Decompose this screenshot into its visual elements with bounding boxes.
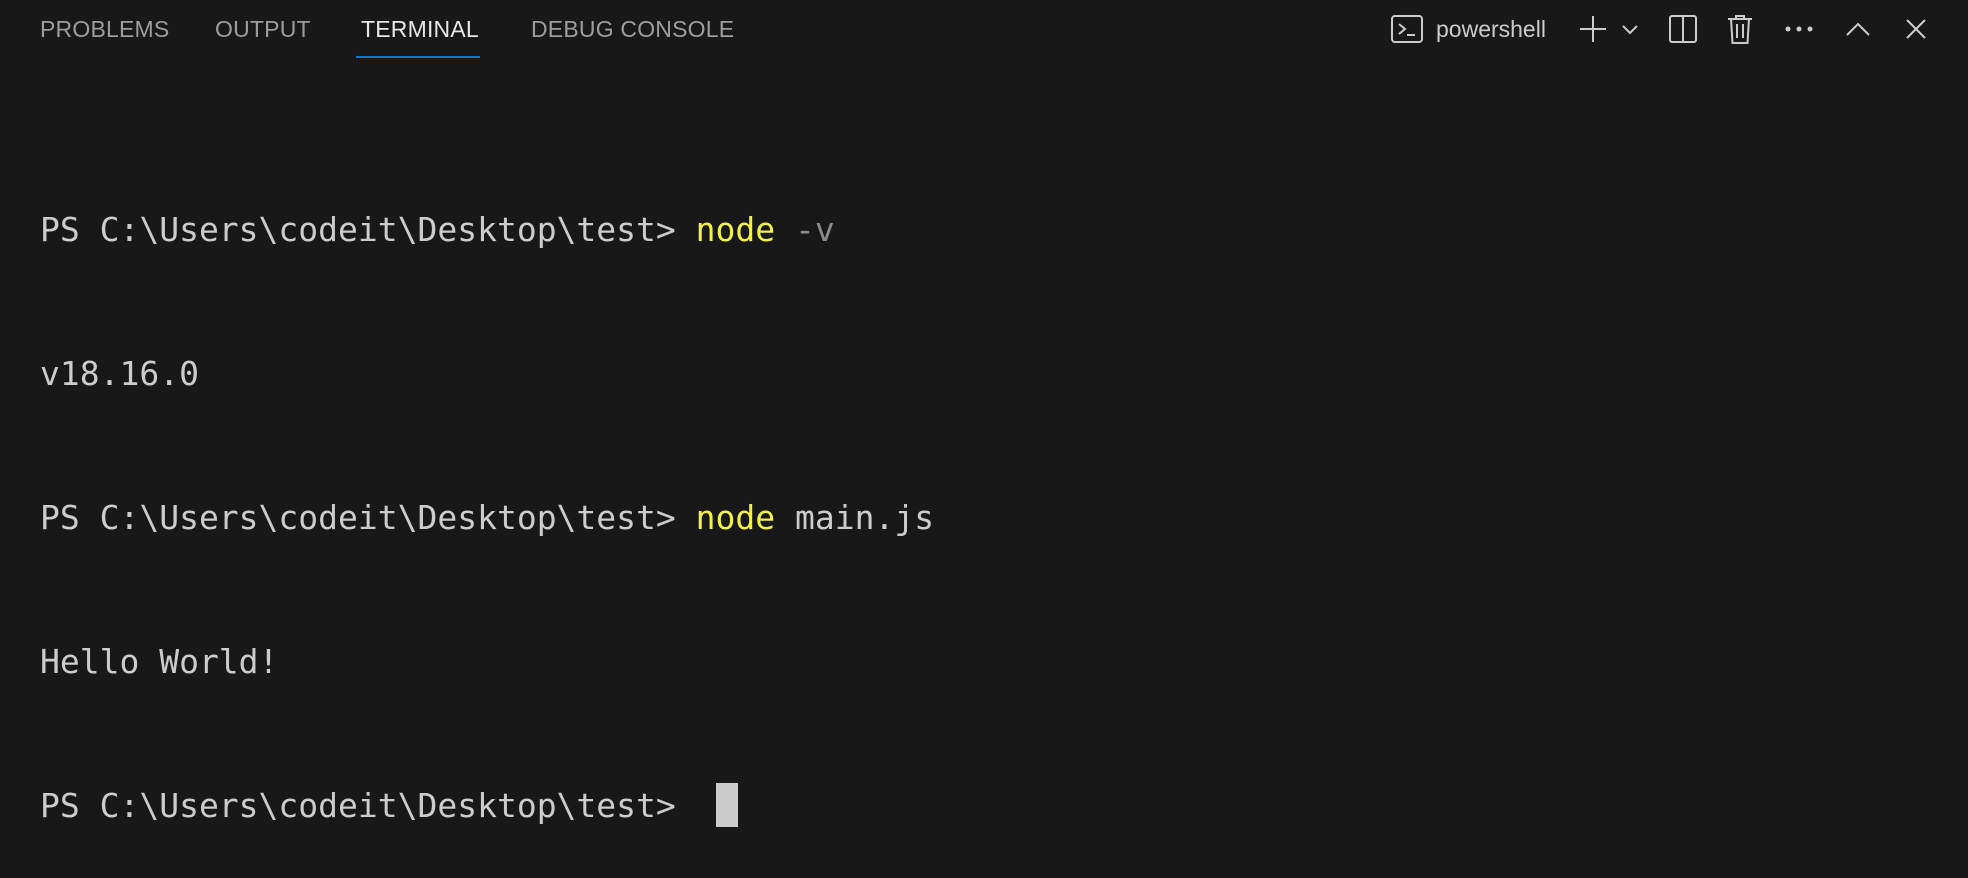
terminal-command: node	[695, 210, 776, 249]
terminal-command-args: -v	[775, 210, 835, 249]
launch-profile-dropdown[interactable]	[1620, 12, 1640, 46]
new-terminal-button[interactable]	[1578, 12, 1608, 46]
split-terminal-button[interactable]	[1668, 12, 1698, 46]
panel-tab-bar: PROBLEMS OUTPUT TERMINAL DEBUG CONSOLE p…	[0, 0, 1968, 62]
maximize-panel-button[interactable]	[1845, 12, 1871, 46]
tab-problems[interactable]: PROBLEMS	[40, 16, 169, 43]
terminal-icon	[1390, 14, 1424, 44]
terminal-command: node	[695, 498, 776, 537]
chevron-up-icon	[1845, 21, 1871, 37]
tab-output[interactable]: OUTPUT	[215, 16, 311, 43]
terminal-cursor	[715, 783, 738, 827]
trash-icon	[1726, 13, 1754, 45]
terminal-output-text: Hello World!	[40, 642, 279, 681]
terminal-profile-button[interactable]: powershell	[1390, 12, 1546, 46]
close-panel-button[interactable]	[1904, 12, 1928, 46]
split-editor-icon	[1668, 14, 1698, 44]
terminal-line: v18.16.0	[40, 350, 934, 398]
terminal-prompt: PS C:\Users\codeit\Desktop\test>	[40, 786, 696, 825]
terminal-output-text: v18.16.0	[40, 354, 199, 393]
kill-terminal-button[interactable]	[1726, 12, 1754, 46]
close-icon	[1904, 17, 1928, 41]
terminal-profile-label: powershell	[1436, 15, 1546, 42]
more-actions-button[interactable]	[1784, 12, 1814, 46]
terminal-line: PS C:\Users\codeit\Desktop\test> node ma…	[40, 494, 934, 542]
terminal-line: PS C:\Users\codeit\Desktop\test> node -v	[40, 206, 934, 254]
terminal-line: Hello World!	[40, 638, 934, 686]
terminal-line: PS C:\Users\codeit\Desktop\test>	[40, 782, 934, 830]
terminal-command-args: main.js	[775, 498, 935, 537]
ellipsis-icon	[1784, 25, 1814, 33]
terminal-output[interactable]: PS C:\Users\codeit\Desktop\test> node -v…	[40, 110, 934, 878]
active-tab-indicator	[356, 56, 480, 58]
plus-icon	[1578, 14, 1608, 44]
tab-terminal[interactable]: TERMINAL	[361, 16, 479, 43]
tab-debug-console[interactable]: DEBUG CONSOLE	[531, 16, 734, 43]
chevron-down-icon	[1621, 23, 1639, 35]
terminal-prompt: PS C:\Users\codeit\Desktop\test>	[40, 210, 696, 249]
terminal-prompt: PS C:\Users\codeit\Desktop\test>	[40, 498, 696, 537]
